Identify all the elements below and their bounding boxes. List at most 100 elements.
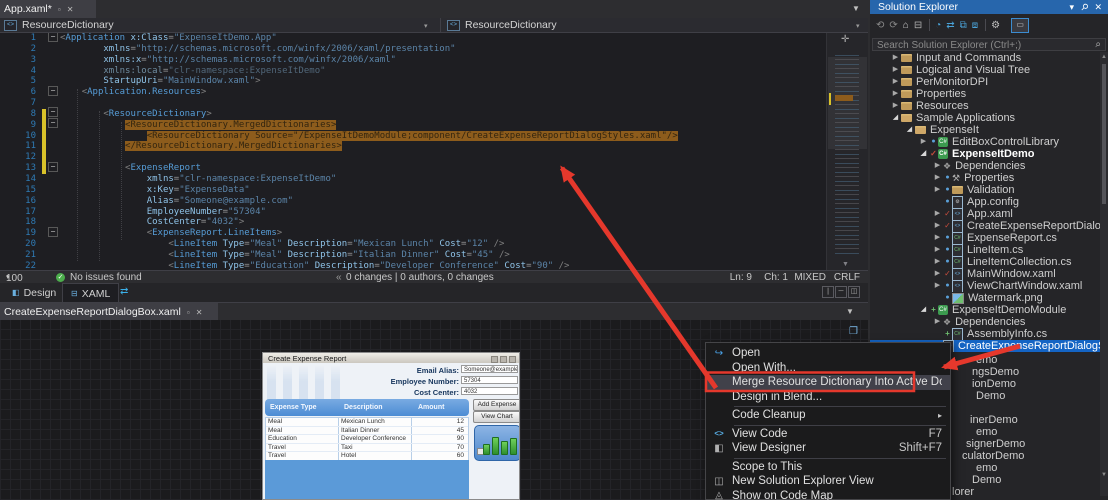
expander-icon[interactable]: ▶ [932, 268, 943, 280]
sync-with-active-document-icon[interactable]: ⇄ [946, 20, 954, 31]
tree-item-expenseitdemo[interactable]: ◢✓C#ExpenseItDemo [870, 148, 1100, 160]
close-icon[interactable]: ✕ [67, 5, 74, 14]
collapse-region-icon[interactable]: − [48, 107, 58, 117]
properties-icon[interactable]: ⚙ [991, 20, 1000, 31]
expense-table-row[interactable]: EducationDeveloper Conference90 [266, 435, 468, 444]
code-line[interactable]: 13− <ExpenseReport [0, 163, 826, 174]
tree-item-assemblyinfo-cs[interactable]: +C#AssemblyInfo.cs [870, 328, 1100, 340]
tree-item-resources[interactable]: ▶Resources [870, 100, 1100, 112]
scroll-down-icon[interactable]: ▼ [1101, 472, 1107, 478]
menu-item-code-cleanup[interactable]: Code Cleanup▸ [706, 408, 950, 423]
collapse-pane-icon[interactable]: ◫ [848, 286, 860, 298]
code-line[interactable]: 17 EmployeeNumber="57304" [0, 207, 826, 218]
code-line[interactable]: 3 xmlns:x="http://schemas.microsoft.com/… [0, 55, 826, 66]
tab-xaml[interactable]: ⊟ XAML [62, 283, 119, 303]
tab-app-xaml[interactable]: App.xaml* ▫ ✕ [0, 0, 96, 18]
tree-item-editboxcontrollibrary[interactable]: ▶●C#EditBoxControlLibrary [870, 136, 1100, 148]
code-line[interactable]: 5 StartupUri="MainWindow.xaml"> [0, 76, 826, 87]
scrollbar-thumb[interactable] [1102, 64, 1106, 204]
collapse-region-icon[interactable]: − [48, 227, 58, 237]
navbar-element-dropdown[interactable]: <> ResourceDictionary [4, 18, 114, 32]
document-list-chevron-icon[interactable]: ▼ [852, 4, 860, 13]
tree-item-expenseitdemomodule[interactable]: ◢+C#ExpenseItDemoModule [870, 304, 1100, 316]
split-horizontal-icon[interactable]: ─ [835, 286, 847, 298]
tree-item-properties[interactable]: ▶●⚒Properties [870, 172, 1100, 184]
code-line[interactable]: 9− <ResourceDictionary.MergedDictionarie… [0, 120, 826, 131]
view-chart-button-preview[interactable] [474, 425, 520, 461]
preview-selected-items-icon[interactable]: ▭ [1011, 18, 1029, 33]
view-chart-button[interactable]: View Chart [473, 411, 520, 423]
eol-indicator[interactable]: CRLF [834, 272, 860, 283]
dialog-field-input[interactable]: Someone@example.com [461, 365, 518, 373]
code-line[interactable]: 6− <Application.Resources> [0, 87, 826, 98]
table-column-header[interactable]: Expense Type [265, 404, 339, 411]
changes-status[interactable]: 0 changes | 0 authors, 0 changes [346, 272, 494, 283]
expense-table-header[interactable]: Expense TypeDescriptionAmount [265, 399, 469, 416]
pin-icon[interactable]: ▫ [58, 5, 61, 14]
pin-icon[interactable]: ⚲ [1078, 1, 1090, 13]
chevron-down-icon[interactable]: ▾ [424, 22, 428, 30]
create-expense-report-dialog-preview[interactable]: Create Expense Report Email Alias:Someon… [262, 352, 520, 500]
chevron-down-icon[interactable]: ▾ [856, 22, 860, 30]
code-line[interactable]: 7 [0, 98, 826, 109]
code-line[interactable]: 19− <ExpenseReport.LineItems> [0, 228, 826, 239]
swap-panes-icon[interactable]: ⇄ [120, 286, 128, 297]
code-line[interactable]: 18 CostCenter="4032"> [0, 217, 826, 228]
forward-icon[interactable]: ⟳ [889, 20, 897, 31]
expander-icon[interactable]: ▶ [932, 184, 943, 196]
editor-minimap-scrollbar[interactable]: ✛ ▼ [826, 33, 868, 270]
code-line[interactable]: 20 <LineItem Type="Meal" Description="Me… [0, 239, 826, 250]
expense-table-row[interactable]: MealMexican Lunch12 [266, 418, 468, 427]
code-line[interactable]: 15 x:Key="ExpenseData" [0, 185, 826, 196]
tree-item-logical-and-visual-tree[interactable]: ▶Logical and Visual Tree [870, 64, 1100, 76]
window-position-chevron-icon[interactable]: ▾ [1069, 2, 1074, 13]
document-list-chevron-icon[interactable]: ▼ [846, 307, 854, 316]
split-vertical-icon[interactable]: ❘ [822, 286, 834, 298]
expander-icon[interactable]: ▶ [932, 256, 943, 268]
tree-item-input-and-commands[interactable]: ▶Input and Commands [870, 52, 1100, 64]
expense-table-row[interactable]: MealItalian Dinner45 [266, 427, 468, 436]
menu-item-open[interactable]: ↪Open [706, 346, 950, 361]
show-all-files-icon[interactable]: ⧈ [972, 20, 978, 31]
search-solution-explorer-input[interactable]: Search Solution Explorer (Ctrl+;) ⌕ [872, 38, 1106, 51]
expander-icon[interactable]: ▶ [932, 244, 943, 256]
dialog-titlebar[interactable]: Create Expense Report [263, 353, 519, 363]
collapse-region-icon[interactable]: − [48, 118, 58, 128]
tree-item-lineitem-cs[interactable]: ▶●C#LineItem.cs [870, 244, 1100, 256]
code-line[interactable]: 21 <LineItem Type="Meal" Description="It… [0, 250, 826, 261]
search-icon[interactable]: ⌕ [1095, 39, 1101, 50]
tree-item-permonitordpi[interactable]: ▶PerMonitorDPI [870, 76, 1100, 88]
tree-item-watermark-png[interactable]: ●Watermark.png [870, 292, 1100, 304]
expander-icon[interactable]: ▶ [932, 160, 943, 172]
tree-item-validation[interactable]: ▶●Validation [870, 184, 1100, 196]
scroll-down-icon[interactable]: ▼ [842, 261, 849, 268]
expander-icon[interactable]: ◢ [918, 304, 929, 316]
pin-icon[interactable]: ▫ [187, 308, 190, 317]
code-line[interactable]: 11 </ResourceDictionary.MergedDictionari… [0, 141, 826, 152]
table-column-header[interactable]: Description [339, 404, 413, 411]
expense-table-row[interactable]: TravelTaxi70 [266, 444, 468, 453]
menu-item-new-solution-explorer-view[interactable]: ◫New Solution Explorer View [706, 474, 950, 489]
collapse-region-icon[interactable]: − [48, 162, 58, 172]
code-line[interactable]: 22 <LineItem Type="Education" Descriptio… [0, 261, 826, 270]
tree-item-dependencies[interactable]: ▶❖Dependencies [870, 316, 1100, 328]
expander-icon[interactable]: ▶ [932, 208, 943, 220]
tree-item-createexpensereportdialogbox-xaml[interactable]: ▶✓<>CreateExpenseReportDialogBox.xaml [870, 220, 1100, 232]
menu-item-view-code[interactable]: <>View CodeF7 [706, 427, 950, 442]
dialog-field-input[interactable]: 57304 [461, 376, 518, 384]
close-icon[interactable]: ✕ [196, 308, 203, 317]
menu-item-design-in-blend-[interactable]: Design in Blend... [706, 390, 950, 405]
tree-item-viewchartwindow-xaml[interactable]: ▶●<>ViewChartWindow.xaml [870, 280, 1100, 292]
back-icon[interactable]: ⟲ [876, 20, 884, 31]
encoding-indicator[interactable]: MIXED [794, 272, 826, 283]
expander-icon[interactable]: ◢ [890, 112, 901, 124]
add-expense-button[interactable]: Add Expense [473, 399, 520, 411]
line-indicator[interactable]: Ln: 9 [730, 272, 752, 283]
expander-icon[interactable]: ▶ [890, 88, 901, 100]
expander-icon[interactable]: ▶ [918, 136, 929, 148]
expander-icon[interactable]: ▶ [890, 76, 901, 88]
column-indicator[interactable]: Ch: 1 [764, 272, 788, 283]
code-line[interactable]: 12 [0, 152, 826, 163]
expander-icon[interactable]: ◢ [918, 148, 929, 160]
collapse-region-icon[interactable]: − [48, 33, 58, 42]
